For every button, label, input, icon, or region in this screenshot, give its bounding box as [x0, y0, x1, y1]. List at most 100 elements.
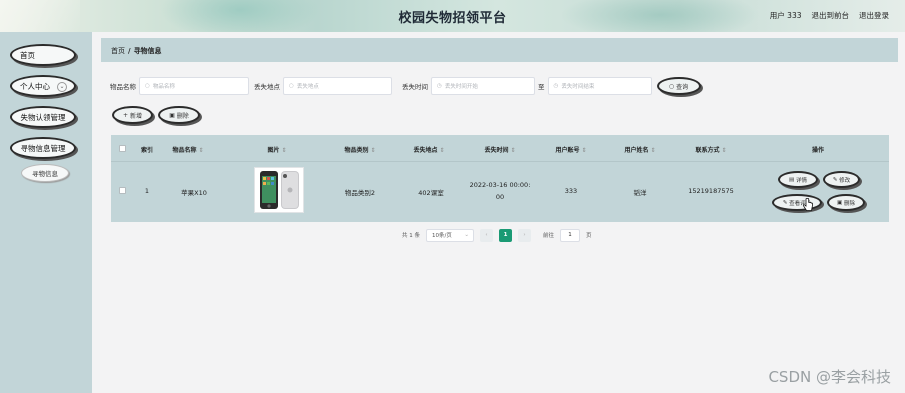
item-name-input[interactable]: ○ 物品名称 — [139, 77, 249, 95]
column-header-label: 物品名称 — [172, 147, 197, 154]
lost-time-end-input[interactable]: ◷ 丢失时间结束 — [547, 77, 652, 95]
view-comments-button[interactable]: ✎ 查看评论 — [772, 194, 822, 211]
cell-lost-time-line1: 2022-03-16 00:00: — [469, 181, 531, 189]
header-user-area: 用户 333 退出到前台 退出登录 — [770, 10, 889, 21]
edit-button-label: 修改 — [839, 177, 851, 184]
add-button[interactable]: + 新增 — [112, 106, 153, 124]
chevron-down-icon: ⌄ — [57, 82, 67, 92]
goto-label: 前往 — [543, 233, 555, 239]
column-header-ops: 操作 — [812, 145, 824, 154]
sort-icon: ⇕ — [198, 147, 204, 154]
top-bar: 校园失物招领平台 用户 333 退出到前台 退出登录 — [0, 0, 905, 32]
sidebar-item-label: 寻物信息管理 — [20, 143, 66, 153]
sidebar-subitem-label: 寻物信息 — [32, 170, 58, 178]
row-checkbox[interactable] — [119, 187, 126, 194]
column-header-index: 索引 — [141, 145, 153, 154]
sort-icon: ⇕ — [721, 147, 727, 154]
document-icon: ▤ — [789, 176, 796, 183]
sort-icon: ⇕ — [581, 147, 587, 154]
select-all-checkbox[interactable] — [119, 145, 126, 152]
delete-button-label: 删除 — [176, 112, 189, 120]
sort-icon: ⇕ — [510, 147, 516, 154]
add-button-label: 新增 — [129, 112, 142, 120]
cell-account: 333 — [564, 187, 578, 195]
column-header-label: 用户姓名 — [624, 147, 649, 154]
name-label: 物品名称 — [110, 83, 136, 91]
total-count: 共 1 条 — [402, 233, 420, 239]
next-page-button[interactable]: › — [518, 228, 531, 242]
sort-icon: ⇕ — [281, 147, 287, 154]
sidebar-item-search-info-management[interactable]: 寻物信息管理 — [10, 137, 76, 159]
table-header: 索引 物品名称 ⇕ 图片 ⇕ 物品类别 ⇕ 丢失地点 ⇕ 丢失时间 ⇕ 用户账号 ⇕ 用户姓… — [111, 135, 889, 161]
column-header-name[interactable]: 物品名称 ⇕ — [172, 145, 203, 154]
detail-button[interactable]: ▤ 详情 — [778, 171, 818, 188]
goto-page-input[interactable]: 1 — [560, 228, 581, 242]
search-icon: ○ — [289, 83, 294, 89]
time-range-separator: 至 — [538, 83, 545, 91]
column-header-label: 用户账号 — [555, 147, 580, 154]
column-header-time[interactable]: 丢失时间 ⇕ — [484, 145, 515, 154]
cell-index: 1 — [144, 187, 150, 195]
back-to-front-link[interactable]: 退出到前台 — [812, 10, 850, 21]
search-icon: ○ — [668, 82, 677, 90]
place-label: 丢失地点 — [254, 83, 280, 91]
delete-button[interactable]: ▣ 删除 — [827, 194, 865, 211]
phone-image-icon — [260, 171, 299, 209]
column-header-label: 丢失时间 — [484, 147, 509, 154]
column-header-account[interactable]: 用户账号 ⇕ — [555, 145, 586, 154]
breadcrumb-home[interactable]: 首页 — [111, 47, 125, 55]
page-unit-label: 页 — [586, 233, 592, 239]
column-header-place[interactable]: 丢失地点 ⇕ — [413, 145, 444, 154]
sidebar-item-label: 首页 — [20, 50, 35, 60]
column-header-label: 操作 — [811, 147, 825, 154]
chevron-left-icon: ‹ — [485, 232, 488, 238]
lost-time-start-input[interactable]: ◷ 丢失时间开始 — [431, 77, 535, 95]
logout-link[interactable]: 退出登录 — [859, 10, 889, 21]
sidebar-item-claim-management[interactable]: 失物认领管理 — [10, 106, 76, 128]
item-name-placeholder: 物品名称 — [152, 84, 175, 90]
page-number-current[interactable]: 1 — [499, 228, 512, 242]
breadcrumb: 首页 / 寻物信息 — [101, 38, 898, 62]
hand-cursor-icon — [802, 198, 813, 211]
column-header-label: 索引 — [140, 147, 154, 154]
column-header-label: 丢失地点 — [413, 147, 438, 154]
column-header-category[interactable]: 物品类别 ⇕ — [344, 145, 375, 154]
clock-icon: ◷ — [437, 83, 442, 89]
watermark: CSDN @李会科技 — [768, 368, 891, 386]
delete-button-label: 删除 — [843, 200, 855, 207]
sort-icon: ⇕ — [439, 147, 445, 154]
trash-icon: ▣ — [837, 199, 844, 206]
column-header-username[interactable]: 用户姓名 ⇕ — [624, 145, 655, 154]
lost-place-placeholder: 丢失地点 — [296, 84, 319, 90]
prev-page-button[interactable]: ‹ — [480, 228, 493, 242]
column-header-image[interactable]: 图片 ⇕ — [267, 145, 286, 154]
page-size-select[interactable]: 10条/页 ⌄ — [426, 228, 474, 242]
item-image[interactable] — [254, 167, 304, 213]
cell-username: 韬洋 — [633, 189, 647, 197]
sidebar-item-personal-center[interactable]: 个人中心 ⌄ — [10, 75, 76, 97]
sort-icon: ⇕ — [370, 147, 376, 154]
query-button-label: 查询 — [676, 83, 689, 91]
sidebar-item-label: 失物认领管理 — [20, 112, 66, 122]
sidebar: 首页 个人中心 ⌄ 失物认领管理 寻物信息管理 寻物信息 — [0, 32, 92, 393]
time-label: 丢失时间 — [402, 83, 428, 91]
data-table: 索引 物品名称 ⇕ 图片 ⇕ 物品类别 ⇕ 丢失地点 ⇕ 丢失时间 ⇕ 用户账号 ⇕ 用户姓… — [111, 135, 889, 222]
lost-place-input[interactable]: ○ 丢失地点 — [283, 77, 392, 95]
cell-lost-place: 402课室 — [418, 189, 444, 197]
edit-button[interactable]: ✎ 修改 — [823, 171, 860, 188]
cell-category: 物品类别2 — [344, 189, 376, 197]
page-size-value: 10条/页 — [432, 233, 452, 239]
cell-lost-time-line2: 00 — [495, 193, 505, 201]
query-button[interactable]: ○ 查询 — [656, 77, 701, 95]
detail-button-label: 详情 — [795, 177, 807, 184]
sidebar-item-home[interactable]: 首页 — [10, 44, 76, 66]
clock-icon: ◷ — [553, 83, 559, 89]
sidebar-item-label: 个人中心 — [20, 81, 50, 91]
sidebar-subitem-search-info[interactable]: 寻物信息 — [21, 164, 69, 182]
search-icon: ○ — [145, 83, 150, 89]
column-header-contact[interactable]: 联系方式 ⇕ — [695, 145, 726, 154]
batch-delete-button[interactable]: ▣ 删除 — [158, 106, 200, 124]
lost-time-end-placeholder: 丢失时间结束 — [561, 84, 595, 90]
breadcrumb-current: 寻物信息 — [133, 47, 162, 55]
cell-contact: 15219187575 — [688, 187, 734, 195]
